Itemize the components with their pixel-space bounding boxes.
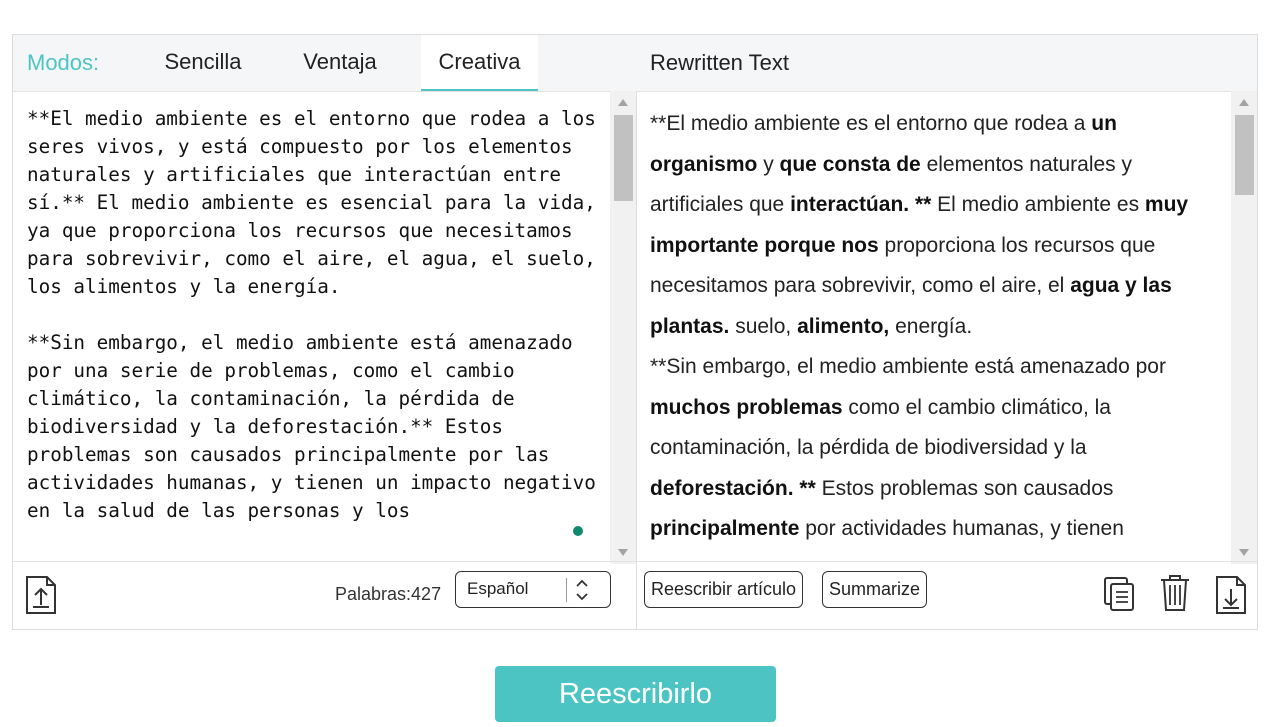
tab-creativa[interactable]: Creativa [421, 35, 538, 91]
language-select[interactable]: Español [455, 571, 611, 608]
input-footer: Palabras:427 Español [13, 561, 636, 629]
chevron-updown-icon [576, 579, 588, 601]
modes-label: Modos: [27, 50, 100, 75]
rewrite-button[interactable]: Reescribirlo [495, 666, 776, 722]
input-pane: Modos: Sencilla Ventaja Creativa **El me… [13, 35, 637, 629]
rewritten-text: **El medio ambiente es el entorno que ro… [636, 91, 1231, 564]
download-icon[interactable] [1215, 575, 1247, 615]
rewriter-panel: Modos: Sencilla Ventaja Creativa **El me… [12, 34, 1258, 630]
text-segment: **Sin embargo, el medio ambiente está am… [650, 355, 1166, 378]
tab-sencilla[interactable]: Sencilla [145, 35, 261, 91]
rewrite-article-button[interactable]: Reescribir artículo [644, 571, 804, 608]
status-dot [573, 526, 583, 536]
bold-segment: ** [799, 476, 816, 500]
text-segment: **El medio ambiente es el entorno que ro… [650, 112, 1092, 135]
output-scrollbar[interactable] [1231, 91, 1257, 564]
word-count: Palabras:427 [335, 584, 442, 604]
trash-icon[interactable] [1159, 574, 1191, 612]
scroll-down-arrow-icon[interactable] [618, 549, 628, 556]
text-segment: El medio ambiente es [931, 193, 1145, 216]
scroll-down-arrow-icon[interactable] [1239, 549, 1249, 556]
bold-segment: deforestación. [650, 476, 794, 500]
scroll-up-arrow-icon[interactable] [618, 99, 628, 106]
copy-icon[interactable] [1103, 576, 1135, 612]
bold-segment: alimento, [797, 314, 890, 338]
scroll-up-arrow-icon[interactable] [1239, 99, 1249, 106]
output-header: Rewritten Text [636, 35, 1257, 92]
tab-ventaja[interactable]: Ventaja [283, 35, 397, 91]
output-footer: Reescribir artículo Summarize [636, 561, 1257, 629]
text-segment: Estos problemas son causados [815, 476, 1114, 500]
output-pane: Rewritten Text **El medio ambiente es el… [636, 35, 1257, 629]
language-value: Español [467, 579, 529, 598]
input-textarea[interactable]: **El medio ambiente es el entorno que ro… [13, 91, 610, 564]
select-divider [566, 578, 567, 602]
text-segment: energía. [889, 314, 973, 338]
bold-segment: interactúan. [790, 193, 910, 216]
upload-icon[interactable] [25, 575, 57, 615]
output-scroll-thumb[interactable] [1235, 115, 1254, 195]
text-segment: suelo, [729, 314, 798, 338]
output-title: Rewritten Text [650, 50, 789, 75]
input-scroll-thumb[interactable] [614, 115, 633, 201]
bold-segment: ** [914, 193, 932, 216]
text-segment: y [757, 152, 780, 176]
bold-segment: muchos problemas [650, 395, 843, 419]
bold-segment: que consta de [779, 152, 921, 176]
modes-bar: Modos: Sencilla Ventaja Creativa [13, 35, 636, 92]
summarize-button[interactable]: Summarize [822, 571, 928, 608]
bold-segment: principalmente [650, 517, 800, 540]
text-segment: por actividades humanas, y tienen [799, 517, 1124, 540]
input-scrollbar[interactable] [610, 91, 636, 564]
